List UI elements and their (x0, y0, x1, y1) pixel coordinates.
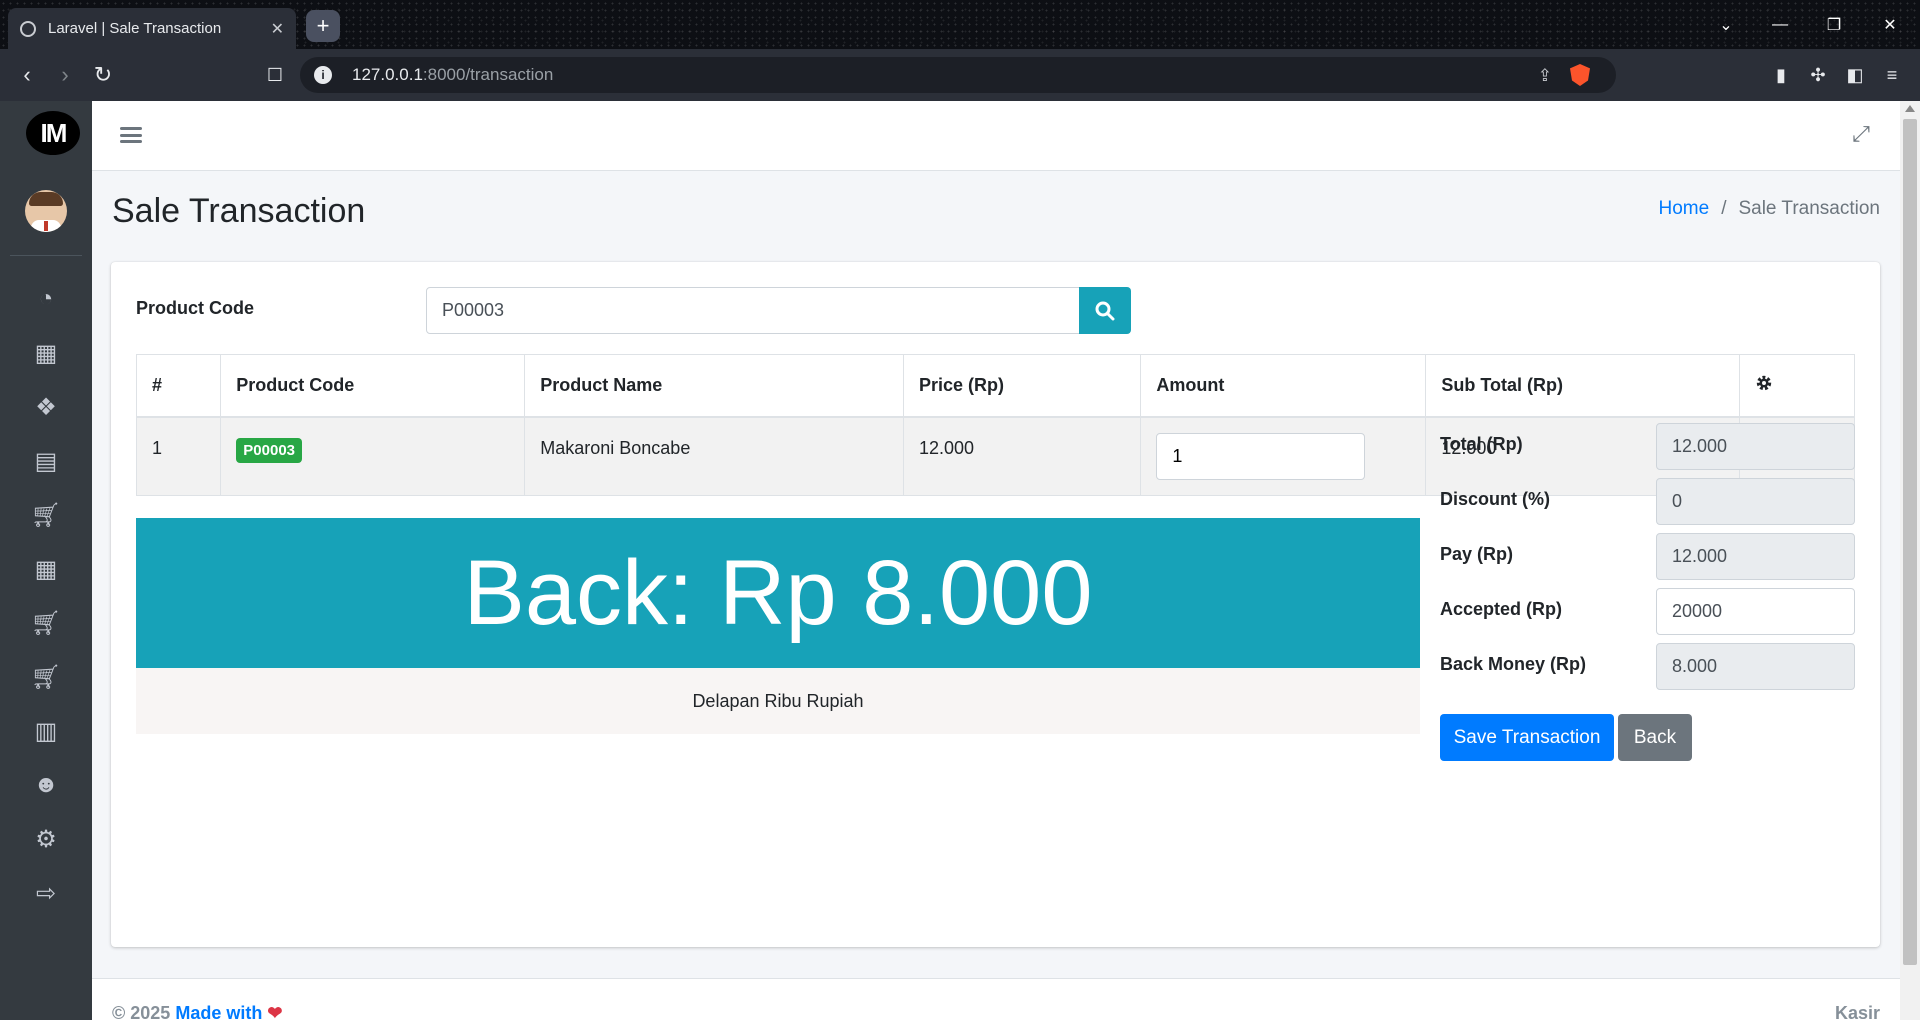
app-sidebar: IM ◔ ▦ ❖ ▤ 🛒︎ ▦ 🛒︎ 🛒︎ ▥ ☻ ⚙ ⇨ (0, 101, 92, 1020)
tab-search-icon[interactable]: ⌄ (1698, 0, 1754, 49)
column-header: Product Code (220, 354, 526, 418)
tab-title: Laravel | Sale Transaction (48, 20, 222, 37)
dashboard-icon[interactable]: ◔ (28, 281, 64, 317)
table-header-row: # Product Code Product Name Price (Rp) A… (135, 354, 1856, 418)
share-icon[interactable]: ⇪ (1538, 66, 1552, 86)
transaction-card: Product Code # Product Code Product Name… (111, 262, 1880, 947)
breadcrumb: Home / Sale Transaction (1659, 198, 1881, 220)
cart-table: # Product Code Product Name Price (Rp) A… (135, 354, 1856, 496)
pay-label: Pay (Rp) (1440, 544, 1514, 564)
scroll-up-icon[interactable] (1905, 105, 1915, 112)
site-info-icon[interactable]: i (314, 66, 332, 84)
breadcrumb-current: Sale Transaction (1738, 198, 1880, 219)
breadcrumb-home[interactable]: Home (1659, 198, 1710, 220)
book-icon[interactable]: ▥ (28, 713, 64, 749)
logout-icon[interactable]: ⇨ (28, 875, 64, 911)
total-field (1656, 423, 1855, 470)
back-money-words: Delapan Ribu Rupiah (136, 668, 1420, 734)
new-tab-button[interactable]: + (306, 10, 340, 42)
grid-icon[interactable]: ▦ (28, 335, 64, 371)
pay-field (1656, 533, 1855, 580)
back-money-field (1656, 643, 1855, 690)
cubes-icon[interactable]: ❖ (28, 389, 64, 425)
actions-column-header (1738, 354, 1856, 418)
accepted-label: Accepted (Rp) (1440, 599, 1563, 619)
restore-icon[interactable]: ❐ (1806, 0, 1862, 49)
bookmark-icon[interactable]: ☐ (256, 49, 294, 101)
reading-list-icon[interactable]: ▮ (1769, 63, 1793, 87)
globe-icon (20, 20, 36, 37)
sidebar-toggle-icon[interactable]: ◧ (1843, 63, 1867, 87)
box-icon[interactable]: ▤ (28, 443, 64, 479)
discount-field (1656, 478, 1855, 525)
accepted-field[interactable] (1656, 588, 1855, 635)
row-number: 1 (135, 416, 222, 496)
url-path: :8000/transaction (422, 65, 554, 84)
user-avatar[interactable] (25, 190, 67, 232)
column-header: # (135, 354, 222, 418)
cart-icon[interactable]: 🛒︎ (28, 497, 64, 533)
total-label: Total (Rp) (1440, 434, 1523, 454)
gear-icon[interactable]: ⚙ (28, 821, 64, 857)
product-code-badge: P00003 (236, 437, 303, 463)
page-footer: © 2025 Made with ❤ Kasir (92, 978, 1900, 1020)
forward-nav-icon[interactable]: › (46, 49, 84, 101)
cart-plus-icon[interactable]: 🛒︎ (28, 605, 64, 641)
browser-menu-icon[interactable]: ≡ (1880, 63, 1904, 87)
reload-icon[interactable]: ↻ (84, 49, 122, 101)
product-code-input[interactable] (426, 287, 1080, 334)
save-transaction-button[interactable]: Save Transaction (1440, 714, 1614, 761)
fullscreen-icon[interactable]: ⤢ (1850, 121, 1872, 146)
amount-cell (1140, 416, 1427, 496)
close-tab-icon[interactable]: ✕ (271, 19, 284, 39)
browser-tab[interactable]: Laravel | Sale Transaction ✕ (8, 8, 296, 49)
search-icon (1095, 301, 1115, 320)
breadcrumb-separator: / (1721, 198, 1727, 219)
product-code-label: Product Code (136, 298, 255, 318)
back-money-label: Back Money (Rp) (1440, 654, 1587, 674)
price-cell: 12.000 (902, 416, 1142, 496)
page-title: Sale Transaction (112, 192, 366, 230)
close-window-icon[interactable]: ✕ (1862, 0, 1918, 49)
menu-toggle-icon[interactable] (120, 125, 142, 145)
copyright-text: © 2025 (112, 1003, 171, 1020)
page-scrollbar[interactable] (1900, 101, 1920, 1020)
search-product-button[interactable] (1079, 287, 1131, 334)
back-button[interactable]: Back (1618, 714, 1692, 761)
discount-label: Discount (%) (1440, 489, 1550, 509)
footer-credit: © 2025 Made with ❤ (112, 1003, 282, 1020)
heart-icon: ❤ (267, 1003, 283, 1020)
scroll-thumb[interactable] (1903, 119, 1917, 965)
column-header: Sub Total (Rp) (1425, 354, 1740, 418)
column-header: Amount (1140, 354, 1427, 418)
column-header: Price (Rp) (902, 354, 1142, 418)
amount-input[interactable] (1156, 432, 1366, 480)
product-name-cell: Makaroni Boncabe (524, 416, 904, 496)
grid-icon[interactable]: ▦ (28, 551, 64, 587)
user-role: Kasir (1834, 1003, 1880, 1020)
product-code-cell: P00003 (220, 416, 526, 496)
minimize-icon[interactable]: — (1752, 0, 1808, 49)
back-nav-icon[interactable]: ‹ (8, 49, 46, 101)
sidebar-divider (10, 255, 82, 256)
made-with-link[interactable]: Made with (175, 1003, 262, 1020)
url-host: 127.0.0.1 (352, 65, 423, 84)
table-row: 1 P00003 Makaroni Boncabe 12.000 12.000 (135, 416, 1856, 496)
extensions-icon[interactable]: ✣ (1806, 63, 1830, 87)
cart-arrow-icon[interactable]: 🛒︎ (28, 659, 64, 695)
users-icon[interactable]: ☻ (28, 767, 64, 803)
address-bar[interactable]: i 127.0.0.1:8000/transaction ⇪ (300, 57, 1616, 93)
brand-logo[interactable]: IM (26, 111, 80, 155)
column-header: Product Name (524, 354, 904, 418)
browser-toolbar: ‹ › ↻ ☐ i 127.0.0.1:8000/transaction ⇪ ▮… (0, 49, 1920, 101)
browser-tab-bar: Laravel | Sale Transaction ✕ + ⌄ — ❐ ✕ (0, 0, 1920, 49)
top-navbar: ⤢ (92, 101, 1900, 171)
gear-icon (1756, 375, 1771, 390)
brave-shield-icon[interactable] (1570, 64, 1590, 86)
back-money-display: Back: Rp 8.000 (136, 518, 1420, 668)
